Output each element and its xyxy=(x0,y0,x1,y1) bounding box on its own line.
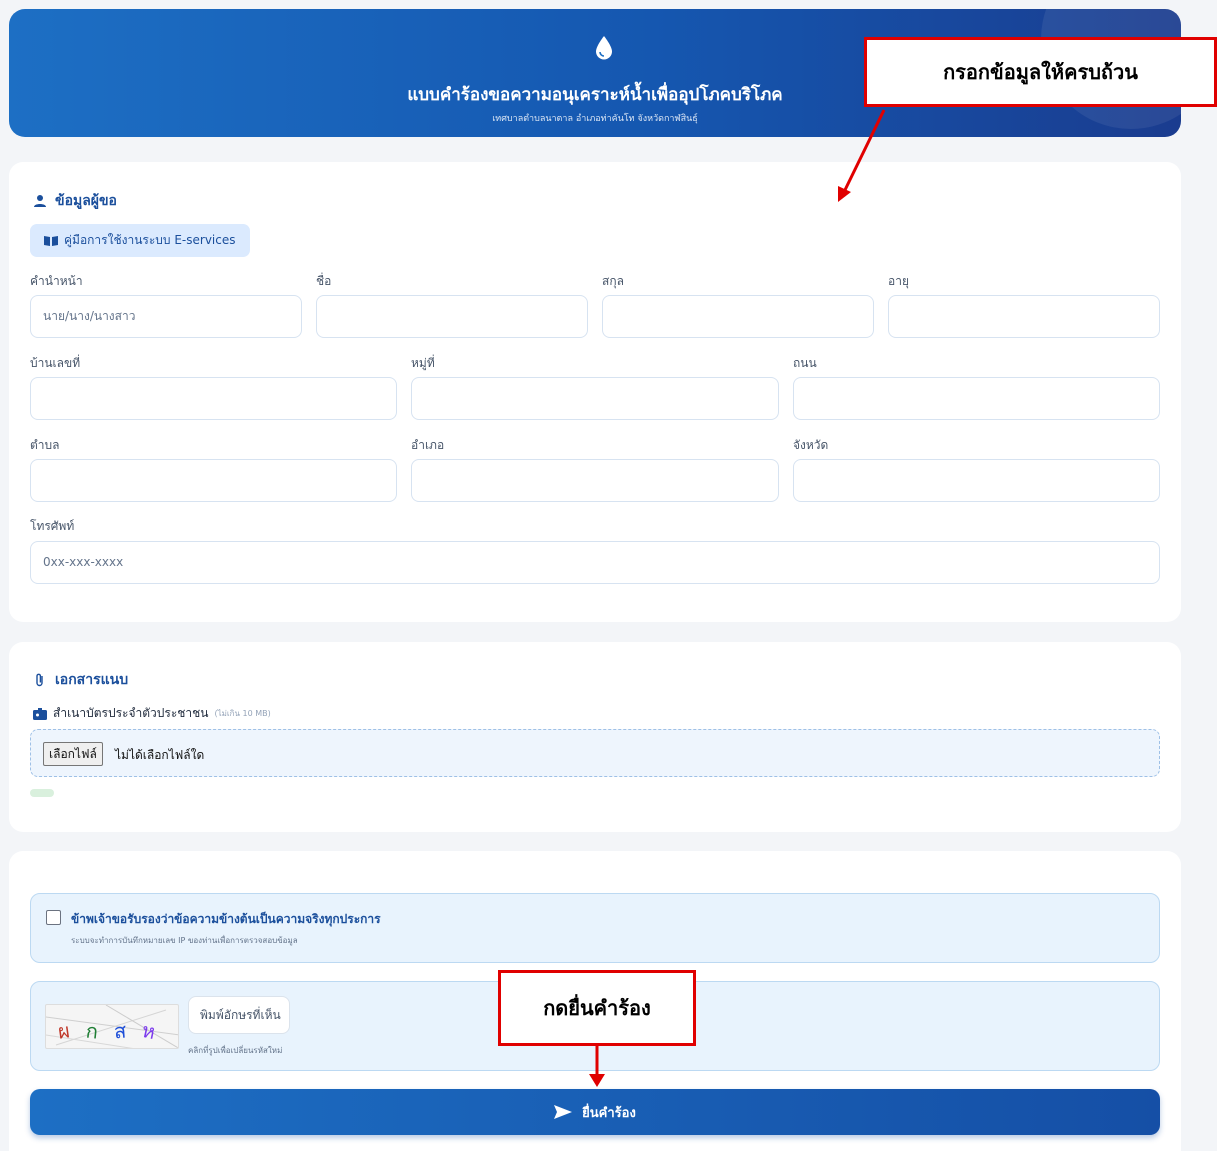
form-subtitle: เทศบาลตำบลนาตาล อำเภอท่าคันโท จังหวัดกาฬ… xyxy=(492,114,698,124)
send-icon xyxy=(554,1105,573,1119)
last-name-input[interactable] xyxy=(602,295,874,338)
user-icon xyxy=(34,195,46,207)
attachments-section-label: เอกสารแนบ xyxy=(55,672,129,688)
road-input[interactable] xyxy=(793,377,1160,420)
upload-status-pill xyxy=(30,789,54,797)
district-input[interactable] xyxy=(411,459,779,502)
applicant-section-title: ข้อมูลผู้ขอ xyxy=(33,190,117,212)
applicant-card: ข้อมูลผู้ขอ คู่มือการใช้งานระบบ E-servic… xyxy=(9,162,1181,622)
captcha-image[interactable]: ผกสห xyxy=(45,1004,179,1049)
house-no-input[interactable] xyxy=(30,377,397,420)
district-label: อำเภอ xyxy=(411,438,445,452)
captcha-hint: คลิกที่รูปเพื่อเปลี่ยนรหัสใหม่ xyxy=(188,1046,283,1055)
phone-label: โทรศัพท์ xyxy=(30,519,75,533)
attachments-card: เอกสารแนบ สำเนาบัตรประจำตัวประชาชน (ไม่เ… xyxy=(9,642,1181,832)
applicant-section-label: ข้อมูลผู้ขอ xyxy=(55,193,117,209)
phone-input[interactable]: 0xx-xxx-xxxx xyxy=(30,541,1160,584)
attachments-section-title: เอกสารแนบ xyxy=(33,669,128,691)
id-card-icon xyxy=(33,707,47,720)
fill-complete-callout: กรอกข้อมูลให้ครบถ้วน xyxy=(864,37,1217,107)
file-upload-box[interactable]: เลือกไฟล์ ไม่ได้เลือกไฟล์ใด xyxy=(30,729,1160,777)
id-card-row: สำเนาบัตรประจำตัวประชาชน (ไม่เกิน 10 MB) xyxy=(33,704,271,723)
paperclip-icon xyxy=(36,673,43,687)
subdistrict-input[interactable] xyxy=(30,459,397,502)
province-input[interactable] xyxy=(793,459,1160,502)
book-icon xyxy=(44,236,58,246)
water-drop-icon xyxy=(596,36,612,60)
last-name-label: สกุล xyxy=(602,274,624,288)
moo-label: หมู่ที่ xyxy=(411,356,435,370)
captcha-input[interactable]: พิมพ์อักษรที่เห็น xyxy=(188,996,290,1034)
id-card-label: สำเนาบัตรประจำตัวประชาชน xyxy=(53,706,209,720)
file-status: ไม่ได้เลือกไฟล์ใด xyxy=(115,748,205,762)
user-guide-button[interactable]: คู่มือการใช้งานระบบ E-services xyxy=(30,224,250,257)
choose-file-button[interactable]: เลือกไฟล์ xyxy=(43,742,103,766)
prefix-label: คำนำหน้า xyxy=(30,274,83,288)
first-name-input[interactable] xyxy=(316,295,588,338)
first-name-label: ชื่อ xyxy=(316,274,332,288)
prefix-input[interactable]: นาย/นาง/นางสาว xyxy=(30,295,302,338)
confirm-text: ข้าพเจ้าขอรับรองว่าข้อความข้างต้นเป็นควา… xyxy=(71,912,381,926)
confirm-box: ข้าพเจ้าขอรับรองว่าข้อความข้างต้นเป็นควา… xyxy=(30,893,1160,963)
age-input[interactable] xyxy=(888,295,1160,338)
house-no-label: บ้านเลขที่ xyxy=(30,356,81,370)
submit-label: ยื่นคำร้อง xyxy=(582,1105,636,1121)
user-guide-label: คู่มือการใช้งานระบบ E-services xyxy=(64,233,236,247)
subdistrict-label: ตำบล xyxy=(30,438,60,452)
submit-callout: กดยื่นคำร้อง xyxy=(498,970,696,1046)
province-label: จังหวัด xyxy=(793,438,829,452)
confirm-checkbox[interactable] xyxy=(46,910,61,925)
submit-button[interactable]: ยื่นคำร้อง xyxy=(30,1089,1160,1135)
age-label: อายุ xyxy=(888,274,909,288)
captcha-char: ส xyxy=(113,1018,128,1044)
ip-note: ระบบจะทำการบันทึกหมายเลข IP ของท่านเพื่อ… xyxy=(71,936,298,945)
moo-input[interactable] xyxy=(411,377,779,420)
road-label: ถนน xyxy=(793,356,817,370)
file-size-limit: (ไม่เกิน 10 MB) xyxy=(214,709,271,718)
